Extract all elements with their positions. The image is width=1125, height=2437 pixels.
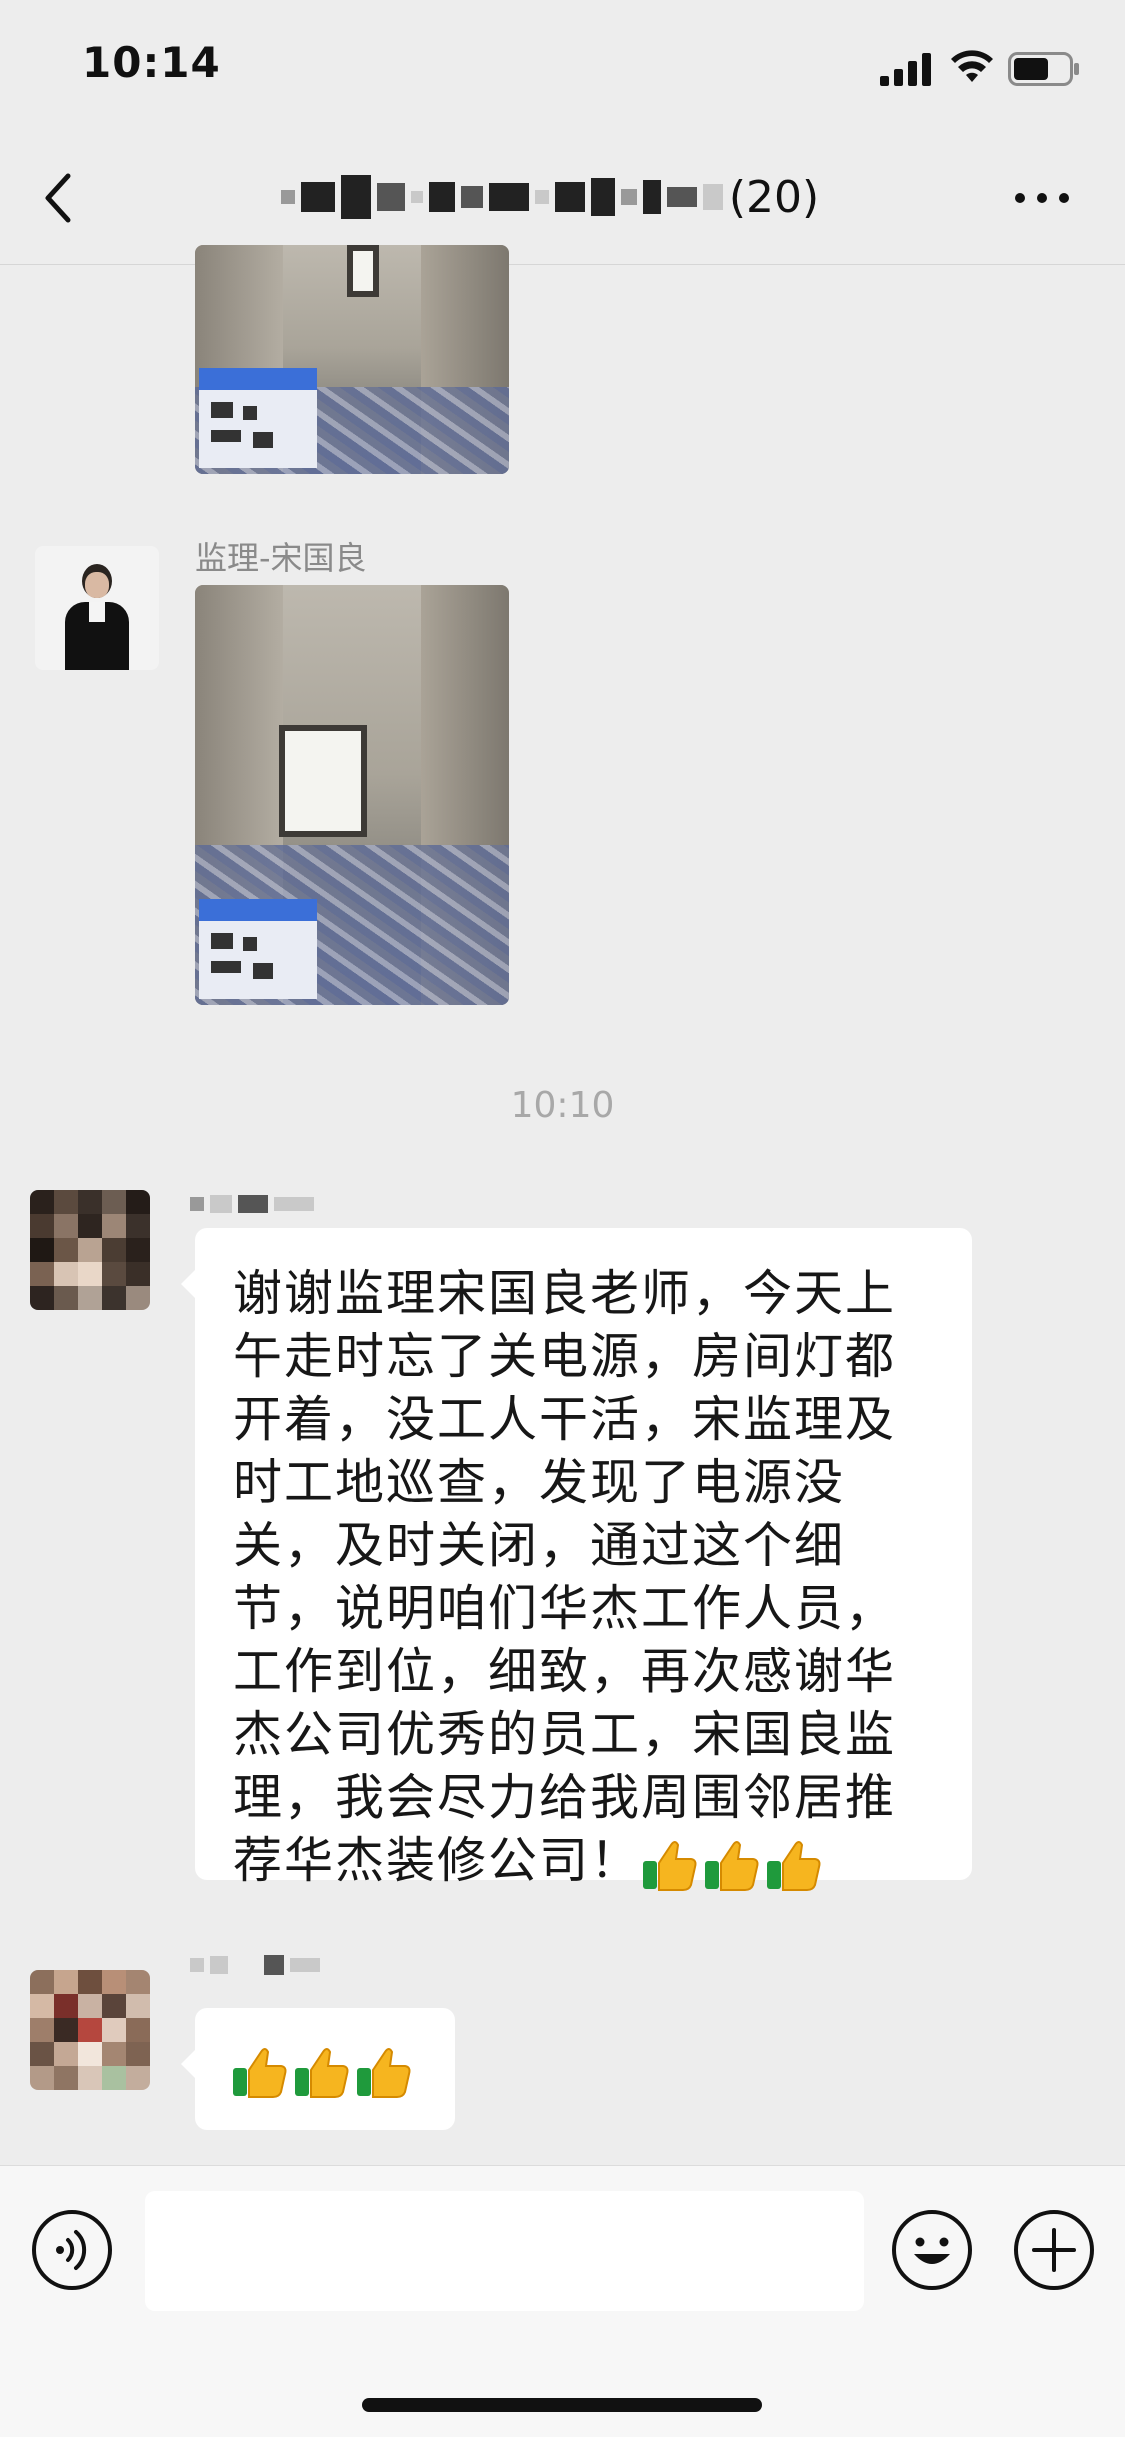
home-indicator[interactable]: [362, 2398, 762, 2412]
emoji-face-icon[interactable]: [890, 2208, 974, 2292]
message-text: 谢谢监理宋国良老师，今天上午走时忘了关电源，房间灯都开着，没工人干活，宋监理及时…: [233, 1265, 897, 1889]
cellular-signal-icon: [880, 53, 931, 86]
message-image[interactable]: [195, 245, 509, 474]
more-dots-icon[interactable]: [1012, 188, 1072, 208]
battery-icon: [1008, 52, 1079, 86]
photo-watermark: [199, 368, 317, 468]
chat-header: (20): [0, 132, 1125, 265]
wifi-icon: [951, 50, 993, 82]
message-input[interactable]: [145, 2191, 864, 2311]
thumbs-up-icon: [233, 2048, 287, 2098]
message-timestamp: 10:10: [510, 1085, 615, 1126]
status-bar: 10:14: [0, 0, 1125, 132]
redacted-sender-name: [190, 1955, 320, 1975]
input-bar: [0, 2165, 1125, 2437]
member-count: (20): [728, 171, 820, 223]
message-bubble[interactable]: 谢谢监理宋国良老师，今天上午走时忘了关电源，房间灯都开着，没工人干活，宋监理及时…: [181, 1228, 972, 1891]
thumbs-up-icon: [767, 1840, 821, 1891]
voice-icon[interactable]: [30, 2208, 114, 2292]
chevron-left-icon[interactable]: [40, 170, 76, 226]
thumbs-up-icon: [295, 2048, 349, 2098]
thumbs-up-icon: [643, 1840, 697, 1891]
emoji-row: [231, 2042, 411, 2100]
photo-watermark: [199, 899, 317, 999]
thumbs-up-icon: [357, 2048, 411, 2098]
plus-icon[interactable]: [1012, 2208, 1096, 2292]
redacted-group-name: [280, 175, 723, 219]
avatar[interactable]: [30, 1970, 150, 2090]
thumbs-up-icon: [705, 1840, 759, 1891]
message-bubble[interactable]: [181, 2008, 455, 2130]
avatar[interactable]: [35, 546, 159, 670]
emoji-row: [641, 1835, 821, 1893]
status-time: 10:14: [82, 38, 221, 87]
chat-title[interactable]: (20): [140, 164, 960, 230]
redacted-sender-name: [190, 1195, 314, 1213]
avatar[interactable]: [30, 1190, 150, 1310]
message-image[interactable]: [195, 585, 509, 1005]
sender-name: 监理-宋国良: [195, 539, 367, 577]
message-list: 监理-宋国良 10:10 谢谢监理宋国良老师，今天上午走时忘了关电源，房间灯都开…: [0, 245, 1125, 2165]
